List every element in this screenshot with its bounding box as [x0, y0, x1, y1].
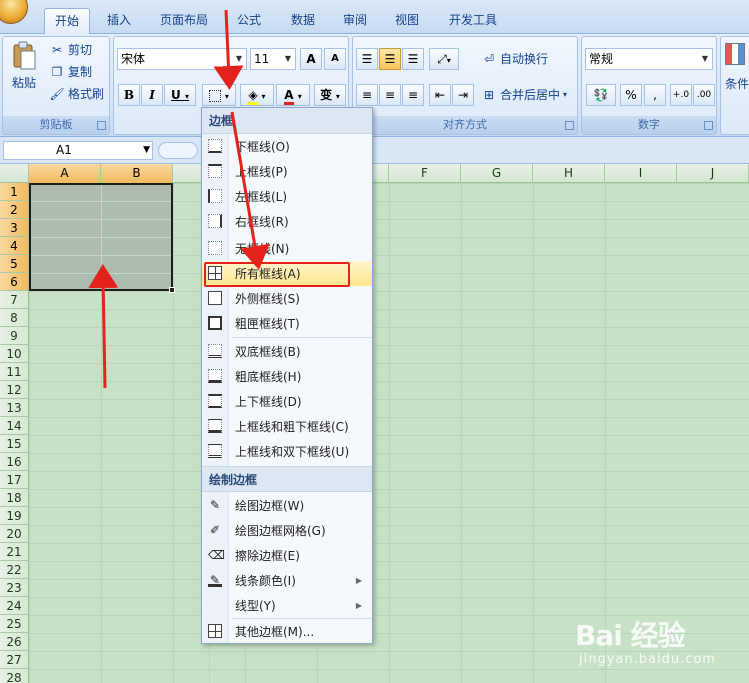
- watermark-brand: Bai 经验: [575, 619, 686, 652]
- arrow-to-all-borders: [230, 111, 270, 270]
- watermark-url: jingyan.baidu.com: [579, 652, 716, 667]
- watermark: Bai 经验 jingyan.baidu.com: [575, 614, 745, 680]
- arrow-to-border-button: [213, 9, 244, 90]
- arrow-to-selection: [88, 264, 119, 389]
- annotation-arrows: [88, 9, 270, 389]
